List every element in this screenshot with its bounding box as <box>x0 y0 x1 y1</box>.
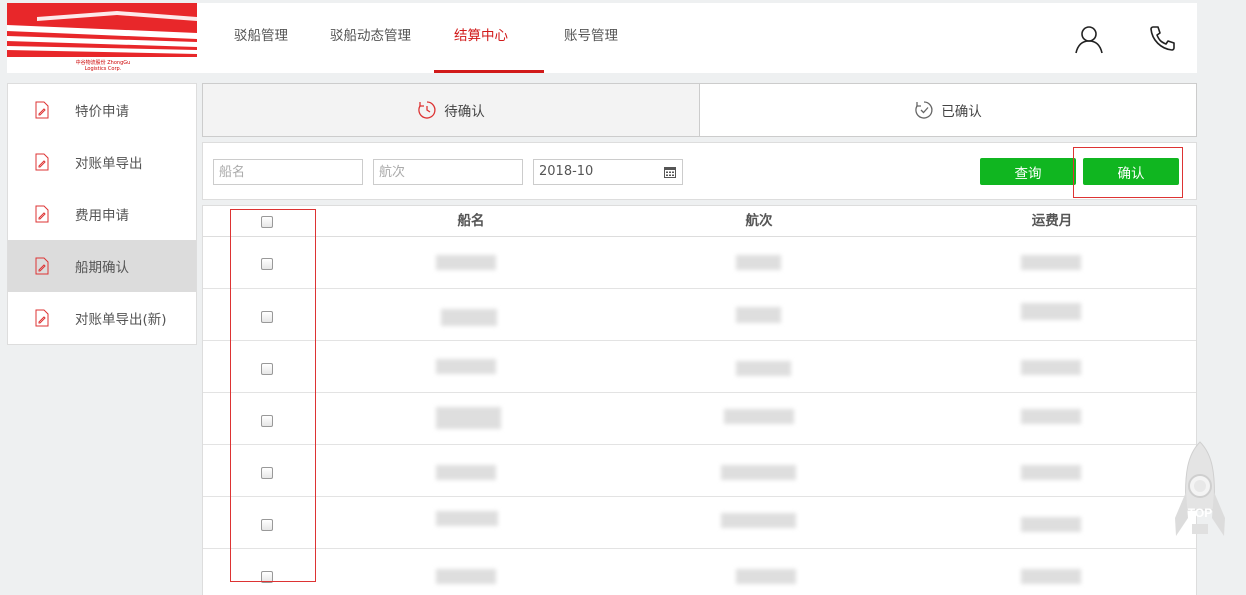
schedule-table: 船名 航次 运费月 <box>202 205 1197 595</box>
nav-item-account-management[interactable]: 账号管理 <box>564 3 618 73</box>
sidebar-item-label: 对账单导出 <box>75 156 143 172</box>
redacted-freight-month <box>1021 255 1081 270</box>
logo-caption: 中谷物流股份 ZhongGu Logistics Corp. <box>75 60 131 72</box>
sidebar: 特价申请 对账单导出 费用申请 船期确认 对账单导出(新) <box>7 83 197 345</box>
document-edit-icon <box>35 309 49 327</box>
tab-label: 已确认 <box>941 104 982 120</box>
document-edit-icon <box>35 257 49 275</box>
tab-pending-confirm[interactable]: 待确认 <box>203 84 700 136</box>
top-header: 中谷物流股份 ZhongGu Logistics Corp. 驳船管理 驳船动态… <box>7 3 1197 73</box>
sidebar-item-label: 对账单导出(新) <box>75 312 167 328</box>
document-edit-icon <box>35 153 49 171</box>
voyage-input[interactable] <box>373 159 523 185</box>
row-checkbox[interactable] <box>261 415 273 427</box>
redacted-voyage <box>724 409 794 424</box>
row-checkbox[interactable] <box>261 571 273 583</box>
redacted-freight-month <box>1021 569 1081 584</box>
company-logo[interactable]: 中谷物流股份 ZhongGu Logistics Corp. <box>7 3 197 73</box>
nav-active-underline <box>434 70 544 73</box>
month-date-picker[interactable]: 2018-10 <box>533 159 683 185</box>
table-row[interactable] <box>203 289 1196 341</box>
redacted-voyage <box>736 255 781 270</box>
table-header: 船名 航次 运费月 <box>203 206 1196 237</box>
row-checkbox[interactable] <box>261 519 273 531</box>
redacted-ship-name <box>436 407 501 429</box>
sidebar-item-special-price-request[interactable]: 特价申请 <box>8 84 196 136</box>
redacted-ship-name <box>436 569 496 584</box>
table-row[interactable] <box>203 497 1196 549</box>
redacted-ship-name <box>436 255 496 270</box>
check-clock-icon <box>915 101 933 119</box>
confirm-button[interactable]: 确认 <box>1083 158 1179 185</box>
redacted-voyage <box>736 361 791 376</box>
document-edit-icon <box>35 205 49 223</box>
redacted-ship-name <box>436 465 496 480</box>
redacted-voyage <box>721 513 796 528</box>
user-icon[interactable] <box>1073 23 1105 55</box>
redacted-ship-name <box>441 309 497 326</box>
ship-name-input[interactable] <box>213 159 363 185</box>
row-checkbox[interactable] <box>261 311 273 323</box>
redacted-freight-month <box>1021 360 1081 375</box>
redacted-freight-month <box>1021 517 1081 532</box>
redacted-freight-month <box>1021 465 1081 480</box>
back-to-top-button[interactable]: TOP <box>1172 440 1228 540</box>
nav-item-settlement-center[interactable]: 结算中心 <box>454 3 508 73</box>
status-tabs: 待确认 已确认 <box>202 83 1197 137</box>
redacted-ship-name <box>436 359 496 374</box>
table-row[interactable] <box>203 549 1196 595</box>
nav-item-barge-management[interactable]: 驳船管理 <box>234 3 288 73</box>
redacted-voyage <box>736 307 781 323</box>
redacted-freight-month <box>1021 303 1081 320</box>
query-button[interactable]: 查询 <box>980 158 1076 185</box>
filter-bar: 2018-10 查询 确认 <box>202 142 1197 200</box>
redacted-voyage <box>736 569 796 584</box>
sidebar-item-expense-request[interactable]: 费用申请 <box>8 188 196 240</box>
rocket-icon <box>1175 441 1225 536</box>
column-header-voyage: 航次 <box>745 213 773 229</box>
select-all-checkbox[interactable] <box>261 216 273 228</box>
clock-icon <box>418 101 436 119</box>
calendar-icon[interactable] <box>664 166 676 178</box>
redacted-voyage <box>721 465 796 480</box>
month-value: 2018-10 <box>539 164 594 179</box>
sidebar-item-statement-export-new[interactable]: 对账单导出(新) <box>8 292 196 344</box>
row-checkbox[interactable] <box>261 467 273 479</box>
sidebar-item-label: 费用申请 <box>75 208 129 224</box>
document-edit-icon <box>35 101 49 119</box>
row-checkbox[interactable] <box>261 363 273 375</box>
tab-confirmed[interactable]: 已确认 <box>700 84 1196 136</box>
table-row[interactable] <box>203 237 1196 289</box>
sidebar-item-schedule-confirm[interactable]: 船期确认 <box>8 240 196 292</box>
phone-icon[interactable] <box>1147 23 1179 55</box>
tab-label: 待确认 <box>444 104 485 120</box>
sidebar-item-label: 船期确认 <box>75 260 129 276</box>
sidebar-item-statement-export[interactable]: 对账单导出 <box>8 136 196 188</box>
sidebar-item-label: 特价申请 <box>75 104 129 120</box>
redacted-freight-month <box>1021 409 1081 424</box>
table-row[interactable] <box>203 341 1196 393</box>
redacted-ship-name <box>436 511 498 526</box>
back-to-top-label: TOP <box>1187 506 1213 520</box>
table-row[interactable] <box>203 393 1196 445</box>
nav-item-barge-dynamics[interactable]: 驳船动态管理 <box>330 3 411 73</box>
row-checkbox[interactable] <box>261 258 273 270</box>
table-row[interactable] <box>203 445 1196 497</box>
column-header-ship-name: 船名 <box>457 213 485 229</box>
column-header-freight-month: 运费月 <box>1031 213 1073 229</box>
